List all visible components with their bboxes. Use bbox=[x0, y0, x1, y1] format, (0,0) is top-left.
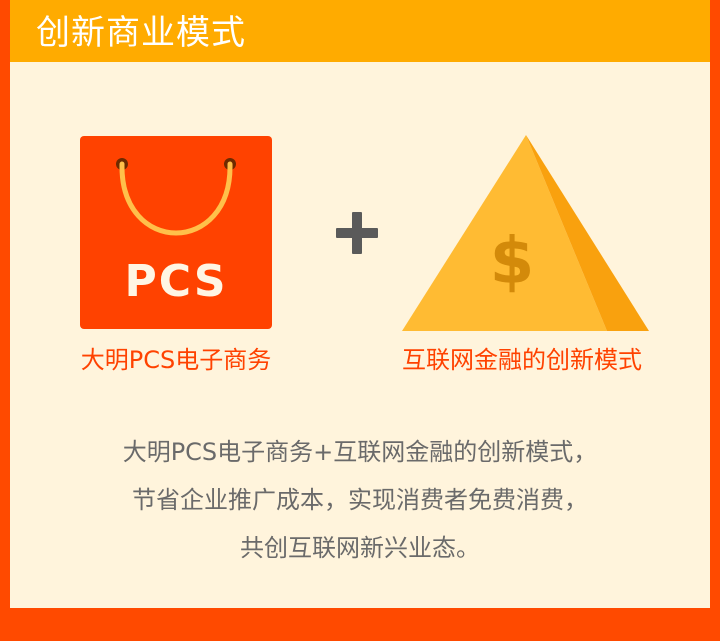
left-caption: 大明PCS电子商务 bbox=[80, 346, 272, 374]
right-caption: 互联网金融的创新模式 bbox=[402, 346, 642, 374]
header-bar: 创新商业模式 bbox=[10, 0, 710, 62]
description-line: 共创互联网新兴业态。 bbox=[240, 534, 480, 562]
page-frame: 创新商业模式 PCS $ 大明PCS电子商务 互联网金融的创新模式 大明PCS电… bbox=[0, 0, 720, 641]
pyramid-dollar-icon: $ bbox=[402, 135, 649, 331]
page-title: 创新商业模式 bbox=[36, 13, 246, 53]
description-line: 大明PCS电子商务+互联网金融的创新模式， bbox=[122, 438, 598, 466]
description-line: 节省企业推广成本，实现消费者免费消费， bbox=[132, 486, 588, 514]
plus-bar-vertical bbox=[352, 212, 362, 254]
bag-label: PCS bbox=[124, 256, 228, 307]
shopping-bag-icon: PCS bbox=[80, 136, 272, 329]
content-panel: PCS $ 大明PCS电子商务 互联网金融的创新模式 大明PCS电子商务+互联网… bbox=[10, 62, 710, 608]
plus-icon bbox=[336, 212, 378, 254]
dollar-sign: $ bbox=[490, 225, 535, 299]
pyramid-graphic: $ bbox=[402, 135, 649, 331]
description: 大明PCS电子商务+互联网金融的创新模式， 节省企业推广成本，实现消费者免费消费… bbox=[10, 428, 710, 572]
